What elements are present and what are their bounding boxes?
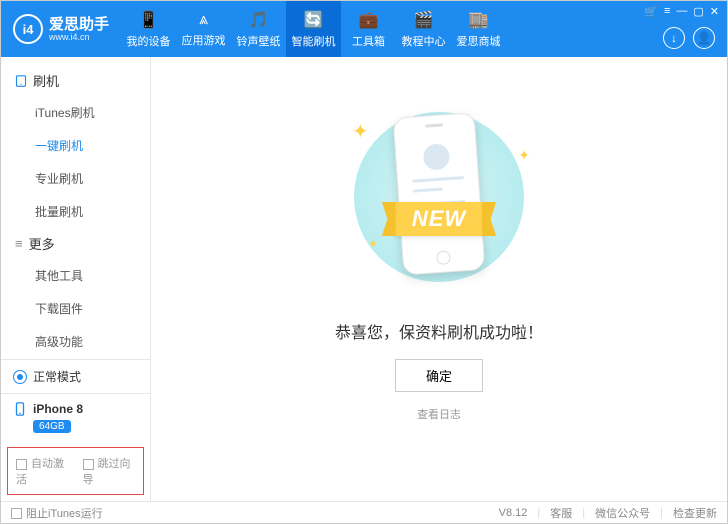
device-name: iPhone 8 (33, 402, 83, 416)
option-checks: 自动激活 跳过向导 (7, 447, 144, 495)
nav-ringtones[interactable]: 🎵铃声壁纸 (231, 1, 286, 57)
close-icon[interactable]: ✕ (710, 5, 719, 18)
nav-apps[interactable]: ⩓应用游戏 (176, 1, 231, 57)
nav-tutorials[interactable]: 🎬教程中心 (396, 1, 451, 57)
footer-link-wechat[interactable]: 微信公众号 (595, 505, 650, 521)
main-content: ✦ ✦ ✦ NEW 恭喜您，保资料刷机成功啦！ 确定 查看日志 (151, 57, 727, 501)
nav-flash[interactable]: 🔄智能刷机 (286, 1, 341, 57)
window-controls: 🛒 ≡ — ▢ ✕ (644, 5, 719, 18)
view-log-link[interactable]: 查看日志 (417, 406, 461, 422)
check-block-itunes[interactable]: 阻止iTunes运行 (11, 505, 103, 521)
user-icon[interactable]: 👤 (693, 27, 715, 49)
cart-icon[interactable]: 🛒 (644, 5, 658, 18)
download-icon[interactable]: ↓ (663, 27, 685, 49)
sparkle-icon: ✦ (518, 147, 530, 164)
side-advanced[interactable]: 高级功能 (1, 325, 150, 358)
sparkle-icon: ✦ (368, 237, 378, 251)
device-icon: 📱 (139, 10, 159, 30)
storage-badge: 64GB (33, 420, 71, 433)
version-label: V8.12 (499, 507, 528, 519)
ok-button[interactable]: 确定 (395, 359, 483, 392)
logo-icon: i4 (13, 14, 43, 44)
menu-icon[interactable]: ≡ (664, 5, 670, 18)
side-other-tools[interactable]: 其他工具 (1, 259, 150, 292)
top-nav: 📱我的设备 ⩓应用游戏 🎵铃声壁纸 🔄智能刷机 💼工具箱 🎬教程中心 🏬爱思商城 (121, 1, 506, 57)
device-panel[interactable]: iPhone 8 64GB (1, 393, 150, 441)
footer-link-update[interactable]: 检查更新 (673, 505, 717, 521)
check-skip-guide[interactable]: 跳过向导 (83, 455, 136, 487)
success-message: 恭喜您，保资料刷机成功啦！ (335, 319, 543, 343)
nav-toolbox[interactable]: 💼工具箱 (341, 1, 396, 57)
briefcase-icon: 💼 (359, 10, 379, 30)
tablet-icon (15, 75, 27, 87)
group-more-header[interactable]: ≡ 更多 (1, 228, 150, 259)
maximize-icon[interactable]: ▢ (693, 5, 703, 18)
nav-my-device[interactable]: 📱我的设备 (121, 1, 176, 57)
side-itunes-flash[interactable]: iTunes刷机 (1, 96, 150, 129)
success-illustration: ✦ ✦ ✦ NEW (324, 97, 554, 297)
footer-bar: 阻止iTunes运行 V8.12 | 客服 | 微信公众号 | 检查更新 (1, 501, 727, 523)
side-batch-flash[interactable]: 批量刷机 (1, 195, 150, 228)
new-ribbon: NEW (394, 202, 484, 236)
side-pro-flash[interactable]: 专业刷机 (1, 162, 150, 195)
logo-block: i4 爱思助手 www.i4.cn (1, 14, 121, 44)
apps-icon: ⩓ (199, 11, 208, 29)
check-auto-activate[interactable]: 自动激活 (16, 455, 69, 487)
sidebar: 刷机 iTunes刷机 一键刷机 专业刷机 批量刷机 ≡ 更多 其他工具 下载固… (1, 57, 151, 501)
side-onekey-flash[interactable]: 一键刷机 (1, 129, 150, 162)
brand-name: 爱思助手 (49, 17, 109, 32)
brand-url: www.i4.cn (49, 32, 109, 42)
video-icon: 🎬 (414, 10, 434, 30)
group-flash-header[interactable]: 刷机 (1, 65, 150, 96)
account-controls: ↓ 👤 (663, 27, 715, 49)
sparkle-icon: ✦ (352, 119, 369, 144)
store-icon: 🏬 (469, 10, 489, 30)
body: 刷机 iTunes刷机 一键刷机 专业刷机 批量刷机 ≡ 更多 其他工具 下载固… (1, 57, 727, 501)
music-icon: 🎵 (249, 10, 269, 30)
status-dot-icon (13, 370, 27, 384)
nav-store[interactable]: 🏬爱思商城 (451, 1, 506, 57)
list-icon: ≡ (15, 236, 23, 251)
phone-illustration (393, 112, 486, 275)
phone-icon (13, 402, 27, 416)
minimize-icon[interactable]: — (676, 5, 687, 18)
side-download-fw[interactable]: 下载固件 (1, 292, 150, 325)
app-header: i4 爱思助手 www.i4.cn 📱我的设备 ⩓应用游戏 🎵铃声壁纸 🔄智能刷… (1, 1, 727, 57)
mode-status[interactable]: 正常模式 (1, 359, 150, 393)
footer-link-support[interactable]: 客服 (550, 505, 572, 521)
refresh-icon: 🔄 (304, 10, 324, 30)
